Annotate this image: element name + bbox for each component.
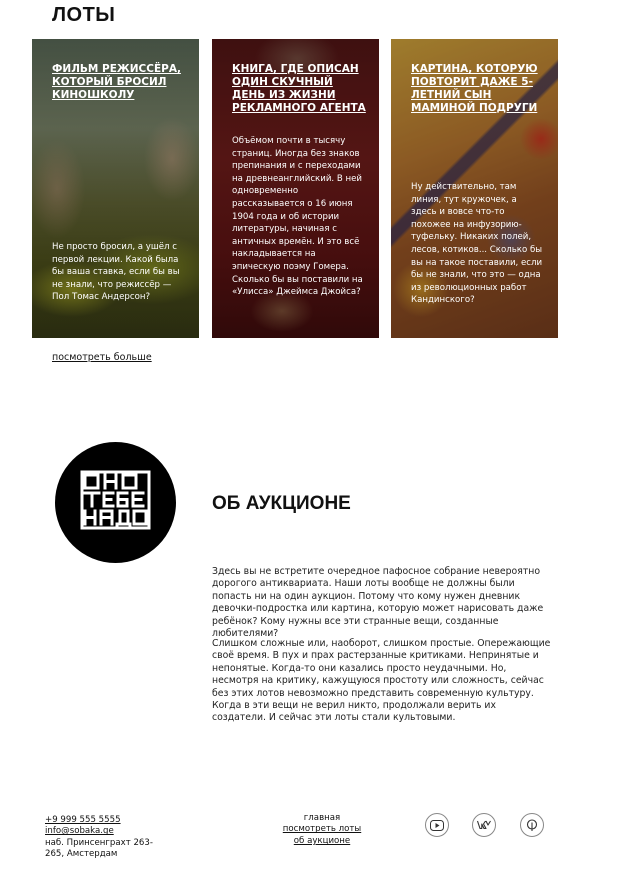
footer-nav-lots[interactable]: посмотреть лоты [252, 824, 392, 835]
auction-logo [55, 442, 176, 563]
lot-description: Не просто бросил, а ушёл с первой лекции… [52, 242, 180, 303]
about-paragraph: Здесь вы не встретите очередное пафосное… [212, 566, 544, 640]
footer-address: наб. Принсенграхт 263-265, Амстердам [45, 837, 153, 860]
lots-section-title: ЛОТЫ [52, 4, 116, 26]
see-more-link[interactable]: посмотреть больше [52, 352, 152, 363]
lot-card-film[interactable]: Фильм режиссёра, который бросил киношкол… [32, 39, 199, 338]
lot-description: Ну действительно, там линия, тут кружоче… [411, 182, 543, 306]
pinterest-icon[interactable] [520, 813, 544, 837]
footer-phone-link[interactable]: +9 999 555 5555 [45, 815, 170, 826]
youtube-icon[interactable] [425, 813, 449, 837]
about-title: ОБ АУКЦИОНЕ [212, 493, 351, 514]
vk-icon[interactable] [472, 813, 496, 837]
lot-card-painting[interactable]: Картина, которую повторит даже 5-летний … [391, 39, 558, 338]
lot-description: Объёмом почти в тысячу страниц. Иногда б… [232, 136, 363, 298]
footer-contacts: +9 999 555 5555 info@sobaka.ge наб. Прин… [45, 815, 170, 861]
footer-nav: главная посмотреть лоты об аукционе [252, 813, 392, 847]
lot-title[interactable]: Фильм режиссёра, который бросил киношкол… [52, 63, 187, 102]
footer-nav-about[interactable]: об аукционе [252, 836, 392, 847]
lot-card-book[interactable]: Книга, где описан один скучный день из ж… [212, 39, 379, 338]
footer-email-link[interactable]: info@sobaka.ge [45, 826, 170, 837]
lot-title[interactable]: Книга, где описан один скучный день из ж… [232, 63, 367, 115]
lot-title[interactable]: Картина, которую повторит даже 5-летний … [411, 63, 546, 115]
footer-nav-home[interactable]: главная [252, 813, 392, 824]
about-paragraph: Слишком сложные или, наоборот, слишком п… [212, 638, 551, 724]
